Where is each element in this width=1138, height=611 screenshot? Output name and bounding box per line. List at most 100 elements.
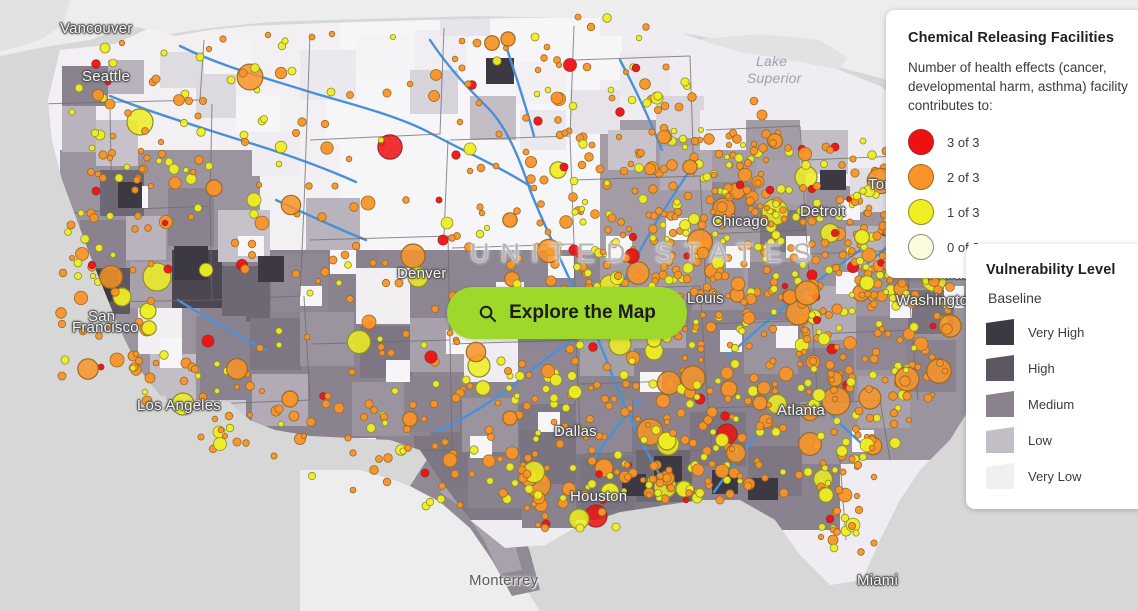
facility-marker[interactable] [666, 483, 676, 493]
facility-marker[interactable] [260, 115, 268, 123]
facility-marker[interactable] [700, 453, 708, 461]
facility-marker[interactable] [763, 204, 771, 212]
facility-marker[interactable] [611, 522, 621, 532]
facility-marker[interactable] [827, 534, 839, 546]
facility-marker[interactable] [287, 66, 297, 76]
facility-marker[interactable] [328, 30, 336, 38]
facility-marker[interactable] [706, 387, 714, 395]
facility-marker[interactable] [734, 153, 744, 163]
facility-marker[interactable] [114, 173, 124, 183]
legend-vulnerability-row[interactable]: Very Low [986, 463, 1134, 489]
facility-marker[interactable] [64, 228, 72, 236]
facility-marker[interactable] [715, 433, 729, 447]
facility-marker[interactable] [525, 155, 538, 168]
facility-marker[interactable] [104, 322, 114, 332]
facility-marker[interactable] [458, 37, 466, 45]
facility-marker[interactable] [829, 543, 839, 553]
facility-marker[interactable] [830, 386, 838, 394]
facility-marker[interactable] [645, 421, 652, 428]
facility-marker[interactable] [143, 154, 151, 162]
facility-marker[interactable] [550, 91, 564, 105]
facility-marker[interactable] [702, 282, 712, 292]
facility-marker[interactable] [184, 97, 193, 106]
facility-marker[interactable] [179, 376, 189, 386]
facility-marker[interactable] [484, 35, 500, 51]
facility-marker[interactable] [213, 360, 221, 368]
facility-marker[interactable] [157, 149, 167, 159]
facility-marker[interactable] [264, 31, 272, 39]
facility-marker[interactable] [713, 271, 723, 281]
facility-marker[interactable] [841, 437, 851, 447]
facility-marker[interactable] [475, 99, 483, 107]
facility-marker[interactable] [761, 255, 769, 263]
facility-marker[interactable] [756, 202, 764, 210]
facility-marker[interactable] [651, 425, 661, 435]
facility-marker[interactable] [767, 237, 776, 246]
facility-marker[interactable] [762, 265, 772, 275]
facility-marker[interactable] [759, 214, 769, 224]
facility-marker[interactable] [671, 213, 679, 221]
facility-marker[interactable] [703, 133, 715, 145]
facility-marker[interactable] [588, 342, 598, 352]
facility-marker[interactable] [303, 333, 311, 341]
facility-marker[interactable] [714, 377, 722, 385]
facility-marker[interactable] [896, 336, 904, 344]
facility-marker[interactable] [402, 330, 410, 338]
facility-marker[interactable] [55, 307, 67, 319]
facility-marker[interactable] [816, 431, 826, 441]
facility-marker[interactable] [530, 184, 538, 192]
facility-marker[interactable] [751, 208, 759, 216]
facility-marker[interactable] [779, 488, 789, 498]
facility-marker[interactable] [853, 460, 863, 470]
facility-marker[interactable] [820, 160, 828, 168]
facility-marker[interactable] [382, 88, 392, 98]
facility-marker[interactable] [836, 445, 848, 457]
facility-marker[interactable] [348, 368, 356, 376]
facility-marker[interactable] [854, 431, 862, 439]
facility-marker[interactable] [555, 61, 563, 69]
facility-marker[interactable] [846, 377, 856, 387]
facility-marker[interactable] [461, 375, 471, 385]
facility-marker[interactable] [795, 350, 803, 358]
facility-marker[interactable] [708, 460, 716, 468]
facility-marker[interactable] [705, 195, 715, 205]
facility-marker[interactable] [933, 312, 941, 320]
facility-marker[interactable] [550, 418, 558, 426]
facility-marker[interactable] [685, 399, 695, 409]
facility-marker[interactable] [683, 191, 693, 201]
facility-marker[interactable] [799, 261, 807, 269]
facility-marker[interactable] [487, 433, 495, 441]
facility-marker[interactable] [715, 495, 725, 505]
facility-marker[interactable] [796, 206, 806, 216]
facility-marker[interactable] [476, 163, 486, 173]
facility-marker[interactable] [584, 268, 593, 277]
facility-marker[interactable] [57, 319, 67, 329]
facility-marker[interactable] [533, 490, 543, 500]
facility-marker[interactable] [872, 231, 882, 241]
facility-marker[interactable] [458, 64, 466, 72]
facility-marker[interactable] [711, 256, 725, 270]
facility-marker[interactable] [369, 465, 379, 475]
facility-marker[interactable] [255, 181, 263, 189]
facility-marker[interactable] [833, 417, 841, 425]
facility-marker[interactable] [588, 446, 596, 454]
facility-marker[interactable] [505, 446, 519, 460]
facility-marker[interactable] [190, 364, 200, 374]
facility-marker[interactable] [749, 96, 759, 106]
facility-marker[interactable] [275, 341, 283, 349]
facility-marker[interactable] [161, 219, 169, 227]
facility-marker[interactable] [749, 146, 759, 156]
facility-marker[interactable] [575, 340, 585, 350]
facility-marker[interactable] [825, 514, 835, 524]
facility-marker[interactable] [524, 453, 533, 462]
facility-marker[interactable] [544, 86, 552, 94]
facility-marker[interactable] [663, 418, 671, 426]
facility-marker[interactable] [239, 130, 249, 140]
facility-marker[interactable] [632, 382, 640, 390]
facility-marker[interactable] [698, 127, 705, 134]
facility-marker[interactable] [749, 373, 759, 383]
facility-marker[interactable] [163, 264, 173, 274]
facility-marker[interactable] [522, 114, 530, 122]
legend-vulnerability-row[interactable]: Medium [986, 391, 1134, 417]
facility-marker[interactable] [696, 246, 710, 260]
